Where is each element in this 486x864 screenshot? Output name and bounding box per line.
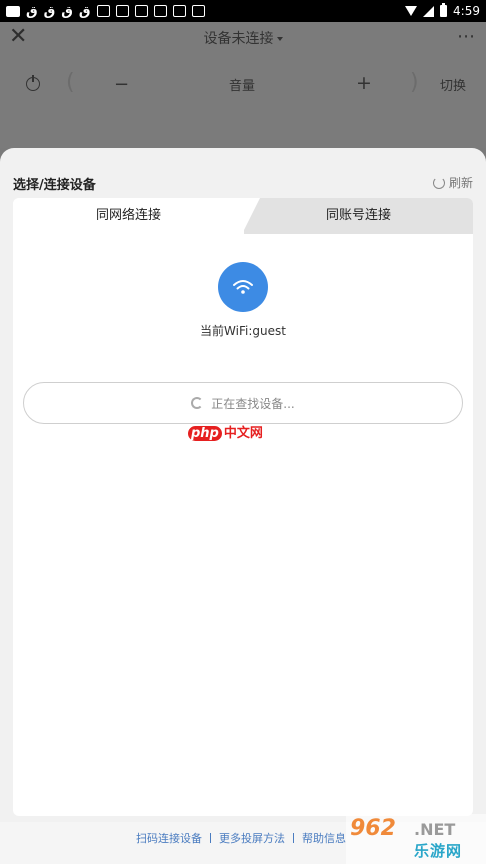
- square-icon: [115, 5, 129, 17]
- status-bar: ق ق ق ق 4:59: [0, 0, 486, 22]
- site-watermark-number: 962: [350, 816, 396, 841]
- help-info-link[interactable]: 帮助信息: [302, 830, 346, 846]
- bracket-left-icon: (: [66, 70, 75, 95]
- refresh-button[interactable]: 刷新: [432, 174, 473, 191]
- refresh-label: 刷新: [448, 176, 473, 190]
- more-cast-methods-link[interactable]: 更多投屏方法: [219, 830, 285, 846]
- site-watermark: 962 .NET 乐游网: [346, 814, 486, 864]
- tab-same-account-label: 同账号连接: [325, 208, 391, 223]
- q-app-icon: ق: [26, 3, 38, 19]
- caret-down-icon: [276, 37, 283, 41]
- q-app-icon: ق: [61, 3, 73, 19]
- tab-same-account[interactable]: 同账号连接: [242, 198, 473, 234]
- wifi-icon: [233, 280, 253, 294]
- loading-spinner-icon: [191, 397, 204, 409]
- wifi-status-badge: [218, 262, 268, 312]
- cell-signal-icon: [423, 5, 435, 17]
- current-wifi-label: 当前WiFi:guest: [200, 324, 286, 338]
- searching-text: 正在查找设备...: [211, 396, 295, 411]
- status-time: 4:59: [453, 4, 480, 18]
- q-app-icon: ق: [78, 3, 91, 19]
- tab-same-network[interactable]: 同网络连接: [13, 198, 244, 234]
- square-icon: [134, 5, 148, 17]
- footer-links: 扫码连接设备 更多投屏方法 帮助信息: [136, 830, 346, 846]
- device-title-text: 设备未连接: [203, 31, 274, 47]
- connect-tabs: 同网络连接 同账号连接: [13, 198, 473, 234]
- site-watermark-net: .NET: [414, 820, 456, 839]
- q-app-icon: ق: [43, 3, 56, 19]
- site-watermark-name: 乐游网: [414, 842, 463, 860]
- divider: [210, 833, 211, 843]
- more-icon[interactable]: ⋯: [457, 26, 476, 47]
- control-row: ( − 音量 + ) 切换: [0, 72, 486, 98]
- top-bar: ✕ 设备未连接 ⋯: [0, 22, 486, 56]
- php-watermark: php 中文网: [188, 422, 263, 441]
- square-icon: [191, 5, 205, 17]
- square-icon: [172, 5, 186, 17]
- refresh-icon: [432, 176, 445, 189]
- device-select-sheet: 选择/连接设备 刷新 同网络连接 同账号连接 当前WiFi:guest 正在查找…: [0, 148, 486, 864]
- status-right-icons: 4:59: [405, 3, 480, 18]
- device-title[interactable]: 设备未连接: [0, 28, 486, 48]
- square-icon: [96, 5, 110, 17]
- wifi-signal-icon: [405, 6, 418, 16]
- php-watermark-text: 中文网: [223, 426, 263, 441]
- connect-card: 同网络连接 同账号连接 当前WiFi:guest 正在查找设备...: [13, 198, 473, 816]
- volume-down-button[interactable]: −: [114, 74, 129, 95]
- remote-control-area: ✕ 设备未连接 ⋯ ( − 音量 + ) 切换: [0, 22, 486, 148]
- divider: [293, 833, 294, 843]
- scan-connect-link[interactable]: 扫码连接设备: [136, 830, 202, 846]
- status-left-icons: ق ق ق ق: [6, 4, 205, 19]
- bracket-right-icon: ): [410, 70, 419, 95]
- sheet-title: 选择/连接设备: [13, 178, 96, 193]
- volume-up-button[interactable]: +: [356, 72, 372, 94]
- volume-label: 音量: [229, 79, 256, 94]
- power-icon[interactable]: [26, 75, 40, 91]
- searching-devices-indicator: 正在查找设备...: [23, 382, 463, 424]
- php-watermark-logo: php: [188, 426, 222, 441]
- switch-button[interactable]: 切换: [440, 75, 466, 94]
- message-icon: [6, 5, 20, 17]
- square-icon: [153, 5, 167, 17]
- battery-icon: [440, 3, 448, 17]
